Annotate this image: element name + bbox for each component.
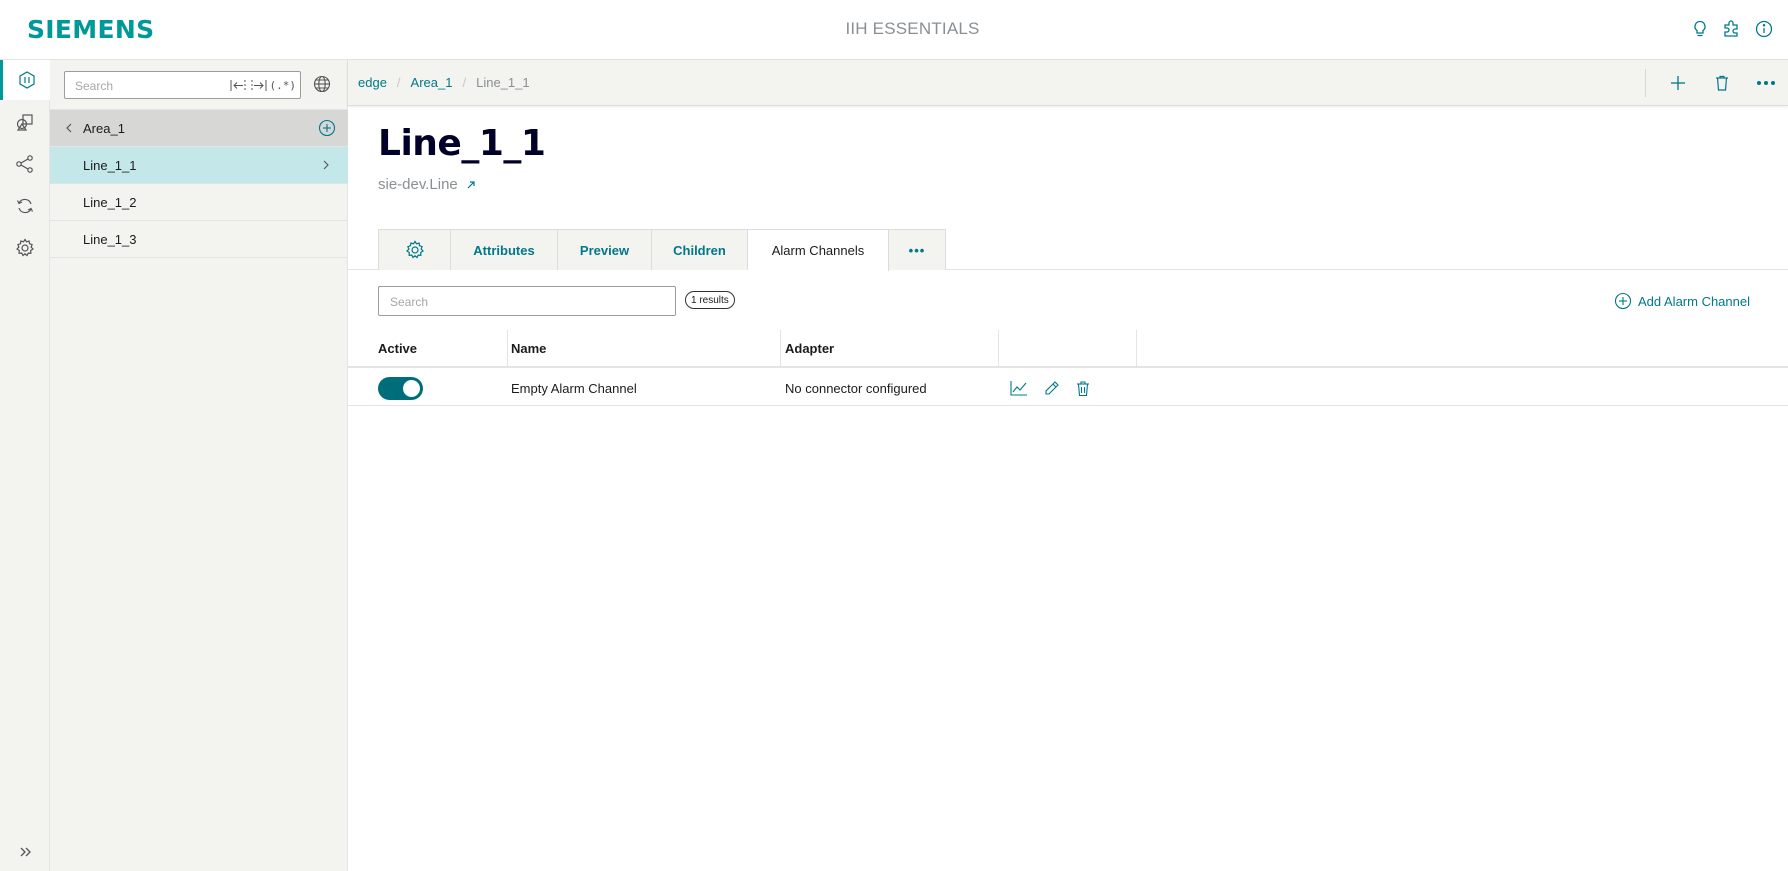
column-header-adapter[interactable]: Adapter <box>785 328 834 368</box>
tree-item-line-1-2[interactable]: Line_1_2 <box>50 184 348 221</box>
tab-settings[interactable] <box>379 230 451 270</box>
gear-icon <box>405 240 424 259</box>
table-header: Active Name Adapter <box>348 328 1788 368</box>
column-header-active[interactable]: Active <box>378 328 417 368</box>
column-header-name[interactable]: Name <box>511 328 546 368</box>
page-title: Line_1_1 <box>378 123 546 164</box>
tree-search-bar: (.*) <box>50 60 348 110</box>
tree-item-line-1-3[interactable]: Line_1_3 <box>50 221 348 258</box>
external-link-icon <box>467 180 475 188</box>
tree-parent-row[interactable]: Area_1 <box>50 110 348 147</box>
rail-item-settings[interactable] <box>0 228 50 268</box>
asset-tree-panel: (.*) Area_1 Line_1_1 Line_1_2 Line_1_3 <box>50 60 348 871</box>
results-badge: 1 results <box>685 291 735 309</box>
info-icon[interactable] <box>1753 18 1774 39</box>
nav-rail <box>0 60 50 871</box>
add-asset-button[interactable] <box>1656 60 1700 106</box>
table-row: Empty Alarm Channel No connector configu… <box>348 370 1788 406</box>
rail-item-asset-model[interactable] <box>0 60 50 100</box>
regex-toggle-button[interactable]: (.*) <box>270 77 297 94</box>
asset-type: sie-dev.Line <box>378 176 458 193</box>
lightbulb-icon[interactable] <box>1689 18 1710 39</box>
main-content: edge / Area_1 / Line_1_1 Line_1_1 sie-de… <box>348 60 1788 871</box>
toggle-knob <box>403 380 420 397</box>
add-circle-icon[interactable] <box>318 119 336 137</box>
tab-children[interactable]: Children <box>652 230 748 270</box>
puzzle-icon[interactable] <box>1721 18 1742 39</box>
delete-asset-button[interactable] <box>1700 60 1744 106</box>
tree-item-label: Line_1_3 <box>83 232 137 247</box>
alarm-search-input[interactable] <box>390 293 660 311</box>
globe-icon[interactable] <box>313 75 333 95</box>
tab-more[interactable]: ••• <box>889 230 945 270</box>
column-divider <box>780 330 781 366</box>
tab-alarm-channels[interactable]: Alarm Channels <box>748 230 889 271</box>
chevron-right-icon[interactable] <box>320 159 332 171</box>
column-divider <box>1136 330 1137 366</box>
rail-item-connections[interactable] <box>0 144 50 184</box>
expand-right-icon[interactable] <box>250 77 267 94</box>
chevron-left-icon[interactable] <box>62 121 76 135</box>
active-toggle[interactable] <box>378 377 423 400</box>
double-chevron-right-icon <box>20 847 31 857</box>
expand-nav-button[interactable] <box>0 837 50 867</box>
add-alarm-channel-label: Add Alarm Channel <box>1637 293 1750 309</box>
column-divider <box>998 330 999 366</box>
tree-parent-label: Area_1 <box>83 121 125 136</box>
chart-icon[interactable] <box>1009 378 1029 398</box>
asset-actions <box>1645 60 1788 106</box>
sync-icon <box>16 198 34 214</box>
trash-icon <box>1716 75 1728 91</box>
tree-search-box: (.*) <box>64 71 301 99</box>
rail-item-sync[interactable] <box>0 186 50 226</box>
plus-icon <box>1671 76 1685 90</box>
breadcrumb: edge / Area_1 / Line_1_1 <box>358 75 530 90</box>
tab-preview[interactable]: Preview <box>558 230 652 270</box>
tree-item-line-1-1[interactable]: Line_1_1 <box>50 147 348 184</box>
app-title: IIH ESSENTIALS <box>845 19 980 38</box>
breadcrumb-separator: / <box>462 75 467 90</box>
tree-item-label: Line_1_2 <box>83 195 137 210</box>
connections-icon <box>16 155 33 173</box>
divider <box>1645 69 1646 97</box>
breadcrumb-separator: / <box>396 75 401 90</box>
pencil-icon[interactable] <box>1041 378 1061 398</box>
header-actions <box>1689 18 1774 39</box>
tab-bar: Attributes Preview Children Alarm Channe… <box>378 229 946 271</box>
asset-type-link[interactable]: sie-dev.Line <box>378 176 476 193</box>
trash-icon[interactable] <box>1073 378 1093 398</box>
tree-search-options: (.*) <box>230 77 297 94</box>
rail-item-shapes[interactable] <box>0 102 50 142</box>
ellipsis-icon <box>1757 81 1775 85</box>
add-circle-icon <box>1614 292 1632 310</box>
breadcrumb-item-current: Line_1_1 <box>476 75 530 90</box>
tab-attributes[interactable]: Attributes <box>451 230 558 270</box>
tree-item-label: Line_1_1 <box>83 158 137 173</box>
add-alarm-channel-button[interactable]: Add Alarm Channel <box>1614 292 1750 310</box>
shapes-icon <box>16 114 33 131</box>
collapse-left-icon[interactable] <box>230 77 247 94</box>
tree-search-input[interactable] <box>75 77 225 95</box>
asset-model-icon <box>18 71 35 89</box>
alarm-search-box <box>378 286 676 316</box>
settings-icon <box>16 238 34 257</box>
breadcrumb-item-area[interactable]: Area_1 <box>411 75 453 90</box>
breadcrumb-bar: edge / Area_1 / Line_1_1 <box>348 60 1788 106</box>
alarm-channel-name: Empty Alarm Channel <box>511 380 637 396</box>
alarm-channel-adapter: No connector configured <box>785 380 927 396</box>
more-options-button[interactable] <box>1744 60 1788 106</box>
top-bar: SIEMENS IIH ESSENTIALS <box>0 0 1788 60</box>
breadcrumb-item-edge[interactable]: edge <box>358 75 387 90</box>
column-divider <box>507 330 508 366</box>
